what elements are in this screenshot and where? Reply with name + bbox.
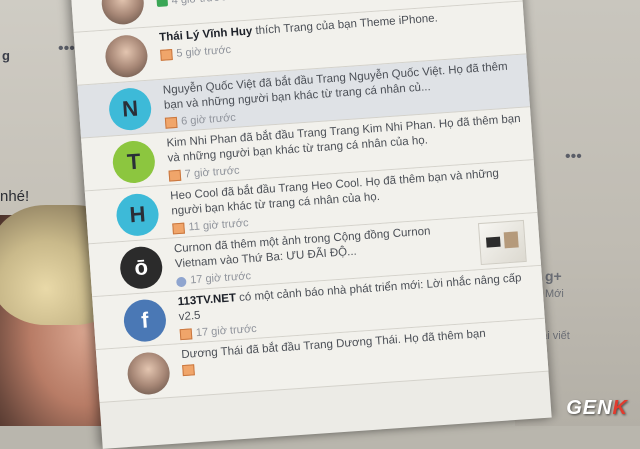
- notification-time: 7 giờ trước: [184, 164, 240, 181]
- notification-name: 113TV.NET: [177, 292, 237, 309]
- notification-time: 17 giờ trước: [195, 322, 258, 340]
- flag-icon: [179, 328, 193, 341]
- notification-panel: Dương Thái đã trả lời bình luận4 giờ trư…: [70, 0, 552, 449]
- post-text: nhé!: [0, 188, 30, 205]
- watermark-logo: GENK: [566, 397, 628, 419]
- notification-time: 5 giờ trước: [175, 43, 232, 60]
- avatar[interactable]: T: [111, 139, 157, 185]
- flag-icon: [168, 169, 182, 182]
- avatar[interactable]: [100, 0, 146, 26]
- avatar[interactable]: f: [122, 298, 168, 344]
- more-options-icon[interactable]: •••: [565, 148, 582, 166]
- notification-time: 4 giờ trước: [171, 0, 227, 9]
- notification-name: Thái Lý Vĩnh Huy: [158, 25, 253, 44]
- notification-time: 17 giờ trước: [189, 270, 252, 287]
- flag-icon: [164, 116, 178, 129]
- more-icon[interactable]: •••: [58, 40, 75, 58]
- avatar[interactable]: ō: [118, 245, 164, 291]
- invite-label: Mới: [545, 288, 564, 300]
- notification-time: 6 giờ trước: [180, 111, 237, 128]
- comment-icon: [156, 0, 169, 7]
- notification-time: 11 giờ trước: [188, 217, 249, 234]
- flag-icon: [182, 364, 195, 377]
- avatar[interactable]: [126, 351, 172, 396]
- avatar[interactable]: N: [107, 86, 153, 132]
- avatar[interactable]: H: [115, 192, 160, 238]
- nav-text: g: [2, 48, 10, 63]
- flag-icon: [172, 222, 185, 235]
- flag-icon: [160, 49, 173, 61]
- avatar[interactable]: [104, 33, 149, 79]
- add-friend-icon[interactable]: g+: [545, 268, 562, 284]
- group-icon: [175, 276, 187, 287]
- notification-thumbnail[interactable]: [477, 219, 527, 266]
